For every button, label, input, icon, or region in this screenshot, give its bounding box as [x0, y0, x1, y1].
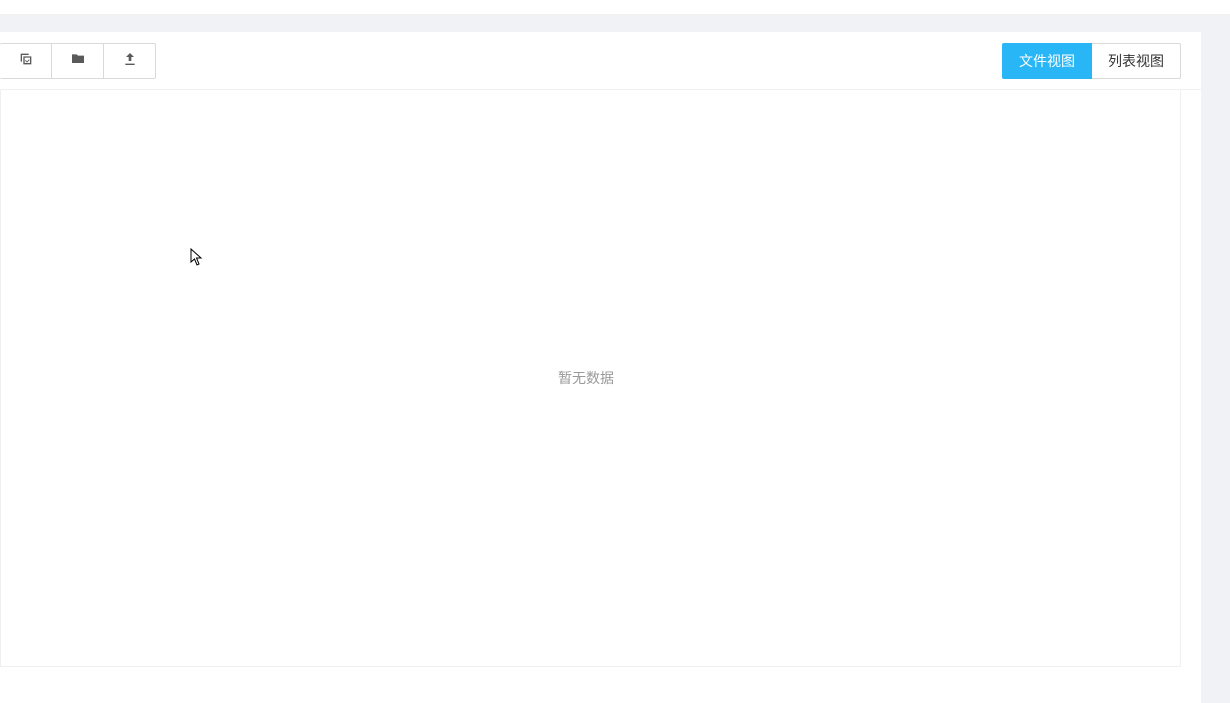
- upload-button[interactable]: [104, 43, 156, 79]
- empty-state-text: 暂无数据: [558, 368, 614, 388]
- file-view-button[interactable]: 文件视图: [1002, 43, 1092, 79]
- list-view-label: 列表视图: [1108, 51, 1164, 71]
- content-area: 暂无数据: [0, 90, 1181, 667]
- main-panel: 文件视图 列表视图 暂无数据: [0, 32, 1201, 703]
- upload-icon: [122, 51, 138, 70]
- folder-icon: [70, 51, 86, 70]
- toolbar-left-group: [0, 43, 156, 79]
- toolbar: 文件视图 列表视图: [0, 32, 1201, 90]
- select-all-icon: [18, 51, 34, 70]
- select-all-button[interactable]: [0, 43, 52, 79]
- gap-spacer: [0, 15, 1230, 32]
- folder-button[interactable]: [52, 43, 104, 79]
- top-bar: [0, 0, 1230, 15]
- right-gutter: [1201, 32, 1230, 703]
- list-view-button[interactable]: 列表视图: [1092, 43, 1181, 79]
- view-switcher: 文件视图 列表视图: [1002, 43, 1181, 79]
- file-view-label: 文件视图: [1019, 51, 1075, 71]
